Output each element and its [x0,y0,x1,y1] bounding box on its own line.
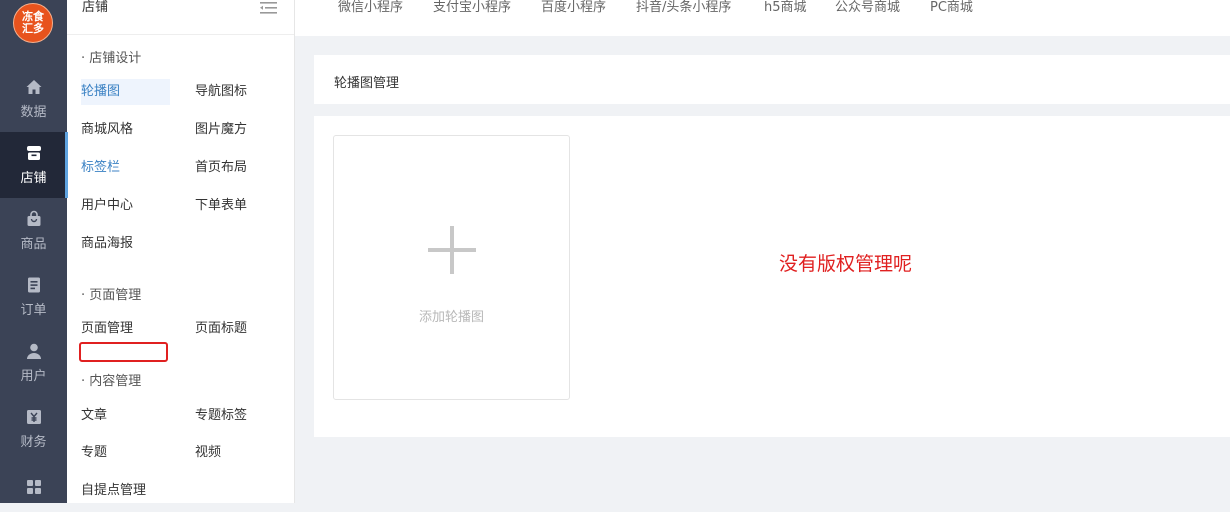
carousel-panel: 添加轮播图 没有版权管理呢 [314,116,1230,437]
menu-item-article[interactable]: 文章 [81,403,107,429]
apps-icon [25,478,43,496]
group-title-page-manage: · 页面管理 [81,288,142,303]
rail-item-label: 用户 [20,369,47,384]
no-permission-message: 没有版权管理呢 [779,253,913,275]
menu-collapse-icon[interactable] [260,1,277,15]
menu-item-order-form[interactable]: 下单表单 [195,193,247,219]
rail-item-label: 订单 [20,303,47,318]
menu-item-user-center[interactable]: 用户中心 [81,193,133,219]
menu-item-pickup-points[interactable]: 自提点管理 [81,478,146,504]
menu-item-page-manage[interactable]: 页面管理 [81,316,133,342]
menu-item-image-cube[interactable]: 图片魔方 [195,117,247,143]
tab-h5-mall[interactable]: h5商城 [764,0,807,16]
menu-item-carousel[interactable]: 轮播图 [81,79,170,105]
menu-item-topic-tag[interactable]: 专题标签 [195,403,247,429]
finance-icon [25,408,43,426]
rail-item-label: 商品 [20,237,47,252]
home-icon [25,78,43,96]
secondary-menu-title: 店铺 [82,0,109,15]
tab-official-account-mall[interactable]: 公众号商城 [835,0,900,16]
menu-item-nav-icons[interactable]: 导航图标 [195,79,247,105]
tab-baidu-miniapp[interactable]: 百度小程序 [541,0,606,16]
tab-wechat-miniapp[interactable]: 微信小程序 [338,0,403,16]
active-section-indicator [65,132,68,198]
user-icon [25,342,43,360]
order-icon [25,276,43,294]
annotation-highlight-box [79,342,168,362]
menu-item-topic[interactable]: 专题 [81,440,107,466]
menu-item-mall-style[interactable]: 商城风格 [81,117,133,143]
brand-logo[interactable]: 冻食 汇多 [13,3,53,43]
logo-line-2: 汇多 [22,22,44,35]
menu-item-video[interactable]: 视频 [195,440,221,466]
rail-item-data[interactable]: 数据 [0,66,67,132]
rail-item-finance[interactable]: 财务 [0,396,67,462]
store-icon [25,144,43,162]
group-title-store-design: · 店铺设计 [81,51,142,66]
rail-item-label: 数据 [20,105,47,120]
bag-icon [25,210,43,228]
tab-douyin-miniapp[interactable]: 抖音/头条小程序 [636,0,731,16]
menu-item-home-layout[interactable]: 首页布局 [195,155,247,181]
menu-item-page-title[interactable]: 页面标题 [195,316,247,342]
tab-alipay-miniapp[interactable]: 支付宝小程序 [433,0,511,16]
add-carousel-button[interactable]: 添加轮播图 [333,135,570,400]
group-title-content-manage: · 内容管理 [81,374,142,389]
rail-item-store[interactable]: 店铺 [0,132,67,198]
rail-item-label: 财务 [20,435,47,450]
menu-item-tabbar[interactable]: 标签栏 [81,155,120,181]
rail-item-orders[interactable]: 订单 [0,264,67,330]
rail-item-apps[interactable] [0,462,67,512]
tab-pc-mall[interactable]: PC商城 [930,0,973,16]
plus-icon [428,226,476,274]
page-title: 轮播图管理 [334,76,400,91]
panel-header: 轮播图管理 [314,55,1230,104]
platform-tabs: 微信小程序 支付宝小程序 百度小程序 抖音/头条小程序 h5商城 公众号商城 P… [295,0,1230,36]
rail-item-users[interactable]: 用户 [0,330,67,396]
add-carousel-label: 添加轮播图 [418,310,484,325]
secondary-menu: 店铺 · 店铺设计 轮播图 导航图标 商城风格 图片魔方 标签栏 首页布局 用户… [67,0,295,503]
rail-item-goods[interactable]: 商品 [0,198,67,264]
menu-item-goods-poster[interactable]: 商品海报 [81,231,133,257]
rail-item-label: 店铺 [20,171,47,186]
secondary-menu-header: 店铺 [67,0,294,35]
primary-nav-rail: 冻食 汇多 数据 店铺 商品 订单 用户 财务 [0,0,67,503]
